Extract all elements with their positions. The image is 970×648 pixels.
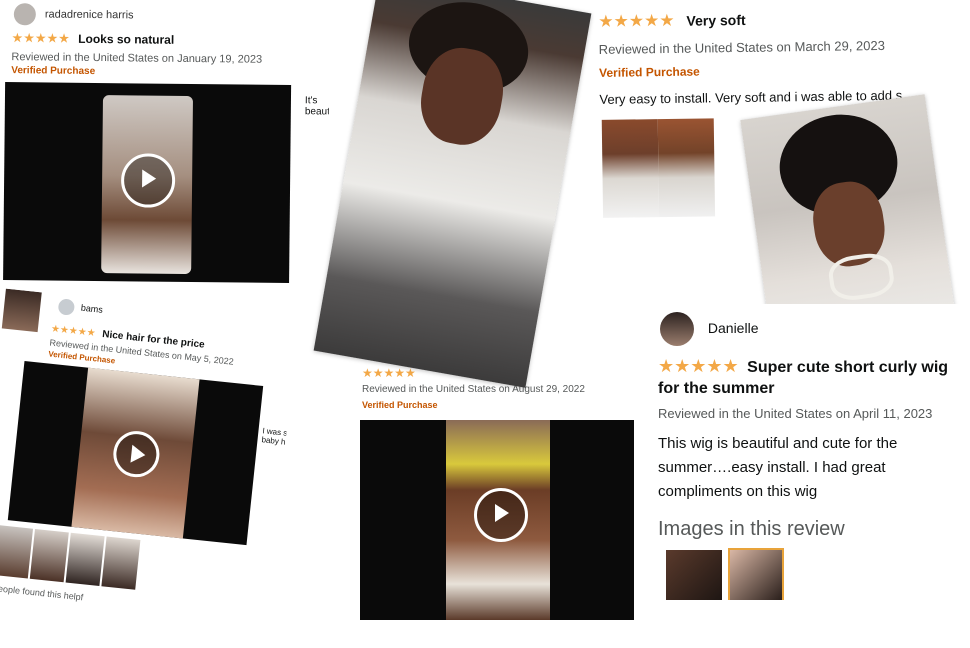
verified-purchase-badge: Verified Purchase — [362, 400, 438, 410]
review-image-thumb[interactable] — [657, 118, 716, 218]
star-rating: ★★★★★ — [50, 323, 97, 340]
review-body-line: baby hair and it cam — [261, 435, 299, 451]
star-rating: ★★★★★ — [362, 366, 416, 380]
verified-purchase-badge: Verified Purchase — [598, 64, 700, 80]
star-rating: ★★★★★ — [598, 10, 675, 31]
review-title[interactable]: Very soft — [686, 12, 745, 29]
review-video[interactable] — [7, 360, 264, 546]
user-avatar-icon — [13, 3, 36, 26]
review-card-1: radadrenice harris ★★★★★ Looks so natura… — [0, 0, 330, 294]
review-title[interactable]: Looks so natural — [78, 32, 174, 47]
play-icon[interactable] — [120, 153, 176, 208]
review-author[interactable]: bams — [80, 303, 103, 315]
review-card-5: Danielle ★★★★★ Super cute short curly wi… — [644, 304, 970, 600]
review-date: Reviewed in the United States on March 2… — [598, 37, 885, 57]
user-avatar-icon — [660, 312, 694, 346]
review-card-3: ★★★★★ Reviewed in the United States on A… — [358, 360, 638, 620]
review-author[interactable]: Danielle — [708, 320, 759, 336]
review-card-2: bams ★★★★★ Nice hair for the price Revie… — [0, 288, 299, 648]
user-avatar-icon — [57, 298, 76, 316]
review-image-strip — [0, 525, 148, 592]
review-date: Reviewed in the United States on April 1… — [658, 406, 933, 421]
review-body: This wig is beautiful and cute for the s… — [658, 432, 897, 504]
star-rating: ★★★★★ — [658, 356, 739, 376]
review-author[interactable]: radadrenice harris — [45, 8, 134, 21]
review-date: Reviewed in the United States on August … — [362, 384, 585, 395]
review-image-thumb[interactable] — [29, 528, 69, 583]
images-in-review-heading: Images in this review — [658, 518, 845, 540]
review-photo-large[interactable] — [313, 0, 592, 388]
review-title[interactable]: Super cute short curly wig — [747, 359, 948, 376]
review-body: It's beautif — [304, 95, 330, 118]
review-body-line: compliments on this wig — [658, 483, 818, 500]
review-body-line: This wig is beautiful and cute for the — [658, 435, 898, 452]
review-body-line: summer….easy install. I had great — [658, 459, 886, 476]
verified-purchase-badge: Verified Purchase — [11, 65, 96, 78]
review-image-thumb[interactable] — [101, 536, 141, 590]
review-date: Reviewed in the United States on January… — [11, 51, 263, 66]
review-thumbnail[interactable] — [1, 288, 42, 333]
review-title-continued[interactable]: for the summer — [658, 380, 774, 398]
review-body: I was scared to orde baby hair and it ca… — [261, 426, 299, 451]
review-image-thumb[interactable] — [0, 525, 34, 579]
review-image-thumb[interactable] — [65, 532, 105, 587]
review-image-thumb[interactable] — [728, 548, 784, 600]
review-video[interactable] — [360, 420, 634, 620]
review-video[interactable] — [3, 82, 292, 284]
review-image-thumb[interactable] — [601, 119, 660, 218]
review-image-thumb[interactable] — [666, 550, 722, 600]
star-rating: ★★★★★ — [11, 30, 70, 46]
play-icon[interactable] — [474, 488, 528, 542]
